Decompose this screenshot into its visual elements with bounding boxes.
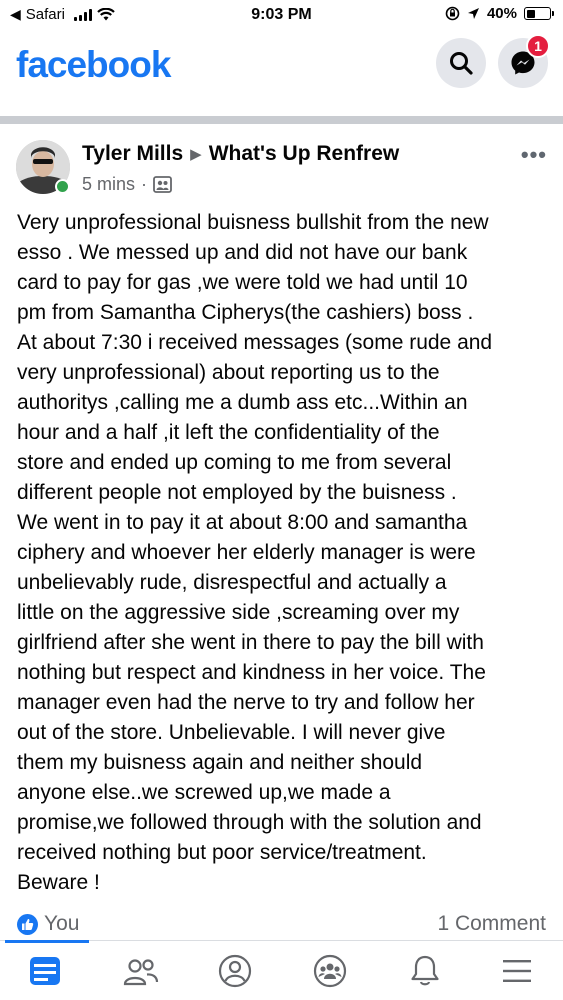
post-title: Tyler Mills ▶ What's Up Renfrew bbox=[82, 142, 399, 166]
post-body-line: card to pay for gas ,we were told we had… bbox=[17, 271, 468, 294]
post-meta: 5 mins · bbox=[82, 174, 172, 195]
post-body-line: authoritys ,calling me a dumb ass etc...… bbox=[17, 391, 468, 414]
post-body-line: We went in to pay it at about 8:00 and s… bbox=[17, 511, 468, 534]
tab-profile[interactable] bbox=[190, 941, 280, 1000]
author-name[interactable]: Tyler Mills bbox=[82, 142, 183, 166]
post-body-line: store and ended up coming to me from sev… bbox=[17, 451, 452, 474]
post-body-line: anyone else..we screwed up,we made a bbox=[17, 781, 391, 804]
post-body-line: promise,we followed through with the sol… bbox=[17, 811, 482, 834]
post-body-line: very unprofessional) about reporting us … bbox=[17, 361, 440, 384]
news-feed-icon bbox=[30, 957, 60, 985]
comment-count[interactable]: 1 Comment bbox=[437, 912, 546, 936]
battery-level bbox=[526, 9, 536, 18]
post-body-line: received nothing but poor service/treatm… bbox=[17, 841, 427, 864]
app-header: facebook 1 bbox=[0, 30, 563, 112]
menu-icon bbox=[503, 960, 531, 982]
tab-notifications[interactable] bbox=[380, 941, 470, 1000]
post-body-line: hour and a half ,it left the confidentia… bbox=[17, 421, 440, 444]
active-tab-indicator bbox=[5, 940, 89, 943]
reaction-names[interactable]: You bbox=[44, 912, 79, 936]
post-body-line: Very unprofessional buisness bullshit fr… bbox=[17, 211, 489, 234]
post-body-line: out of the store. Unbelievable. I will n… bbox=[17, 721, 446, 744]
battery-icon bbox=[524, 7, 554, 20]
like-icon[interactable] bbox=[17, 914, 38, 935]
post-body-line: ciphery and whoever her elderly manager … bbox=[17, 541, 476, 564]
post-timestamp[interactable]: 5 mins bbox=[82, 174, 135, 195]
messenger-button[interactable]: 1 bbox=[498, 34, 550, 88]
post-body-line: Beware ! bbox=[17, 871, 100, 894]
battery-percent: 40% bbox=[486, 5, 517, 22]
meta-separator: · bbox=[141, 174, 148, 194]
post-body-line: little on the aggressive side ,screaming… bbox=[17, 601, 460, 624]
post-body-line: girlfriend after she went in there to pa… bbox=[17, 631, 484, 654]
post-body-line: unbelievably rude, disrespectful and act… bbox=[17, 571, 447, 594]
post-body-line: At about 7:30 i received messages (some … bbox=[17, 331, 493, 354]
more-options-icon[interactable]: ••• bbox=[521, 142, 547, 168]
post-body-line: esso . We messed up and did not have our… bbox=[17, 241, 468, 264]
group-members-icon bbox=[153, 176, 172, 193]
post-body-line: pm from Samantha Cipherys(the cashiers) … bbox=[17, 301, 474, 324]
status-right: 40% bbox=[445, 5, 554, 22]
tab-friends[interactable] bbox=[96, 941, 186, 1000]
search-button[interactable] bbox=[436, 38, 486, 88]
notification-badge: 1 bbox=[526, 34, 550, 58]
reactions-bar: You 1 Comment bbox=[0, 910, 563, 940]
rotation-lock-icon bbox=[445, 6, 460, 21]
post-header: Tyler Mills ▶ What's Up Renfrew 5 mins ·… bbox=[0, 136, 563, 202]
post-body: Very unprofessional buisness bullshit fr… bbox=[17, 208, 552, 898]
location-icon bbox=[467, 8, 479, 19]
post-body-line: manager even had the nerve to try and fo… bbox=[17, 691, 475, 714]
group-name[interactable]: What's Up Renfrew bbox=[209, 142, 400, 166]
post-body-line: different people not employed by the bui… bbox=[17, 481, 457, 504]
post-body-line: nothing but respect and kindness in her … bbox=[17, 661, 486, 684]
tab-news-feed[interactable] bbox=[0, 940, 90, 1000]
tab-groups[interactable] bbox=[285, 941, 375, 1000]
arrow-right-icon: ▶ bbox=[190, 146, 202, 163]
profile-icon bbox=[218, 954, 252, 988]
bell-icon bbox=[411, 955, 439, 986]
tab-menu[interactable] bbox=[472, 941, 562, 1000]
status-bar: ◀ Safari 9:03 PM 40% bbox=[0, 0, 563, 30]
friends-icon bbox=[123, 959, 159, 986]
search-icon bbox=[450, 52, 473, 75]
facebook-logo[interactable]: facebook bbox=[16, 44, 171, 86]
online-status-dot bbox=[55, 179, 70, 194]
bottom-tab-bar bbox=[0, 940, 563, 1000]
thumbs-up-icon bbox=[22, 919, 34, 930]
post-body-line: them my buisness again and neither shoul… bbox=[17, 751, 423, 774]
feed-divider bbox=[0, 112, 563, 124]
groups-icon bbox=[313, 954, 347, 988]
